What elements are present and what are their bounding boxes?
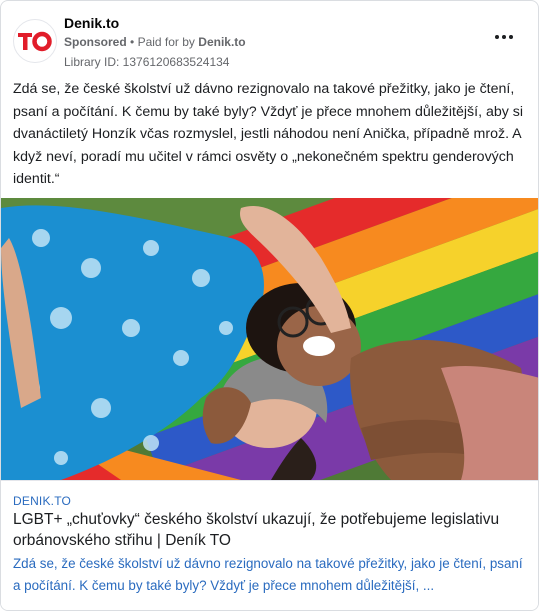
meta-separator: • (130, 35, 135, 49)
link-description: Zdá se, že české školství už dávno rezig… (13, 556, 523, 593)
more-horizontal-icon (495, 35, 499, 39)
page-avatar[interactable] (13, 19, 57, 63)
link-domain: DENIK.TO (13, 494, 72, 508)
post-header: Denik.to Sponsored • Paid for by Denik.t… (13, 13, 526, 73)
sponsored-meta: Sponsored • Paid for by Denik.to (64, 35, 246, 49)
page-name[interactable]: Denik.to (64, 15, 119, 31)
sponsored-post-card: Denik.to Sponsored • Paid for by Denik.t… (0, 0, 539, 611)
more-options-button[interactable] (490, 23, 518, 51)
link-preview[interactable]: DENIK.TO LGBT+ „chuťovky“ českého školst… (1, 480, 538, 610)
paid-for-prefix: Paid for by (137, 35, 195, 49)
more-dot (509, 35, 513, 39)
more-dot (502, 35, 506, 39)
link-title[interactable]: LGBT+ „chuťovky“ českého školství ukazuj… (13, 509, 528, 551)
paid-for-by-name[interactable]: Denik.to (198, 35, 245, 49)
library-id: Library ID: 1376120683524134 (64, 55, 230, 69)
couple-on-rainbow-flag-image (1, 198, 538, 480)
sponsored-label: Sponsored (64, 35, 127, 49)
denik-to-logo-icon (18, 31, 52, 52)
ad-image[interactable] (1, 198, 538, 480)
post-body-text: Zdá se, že české školství už dávno rezig… (13, 81, 524, 187)
